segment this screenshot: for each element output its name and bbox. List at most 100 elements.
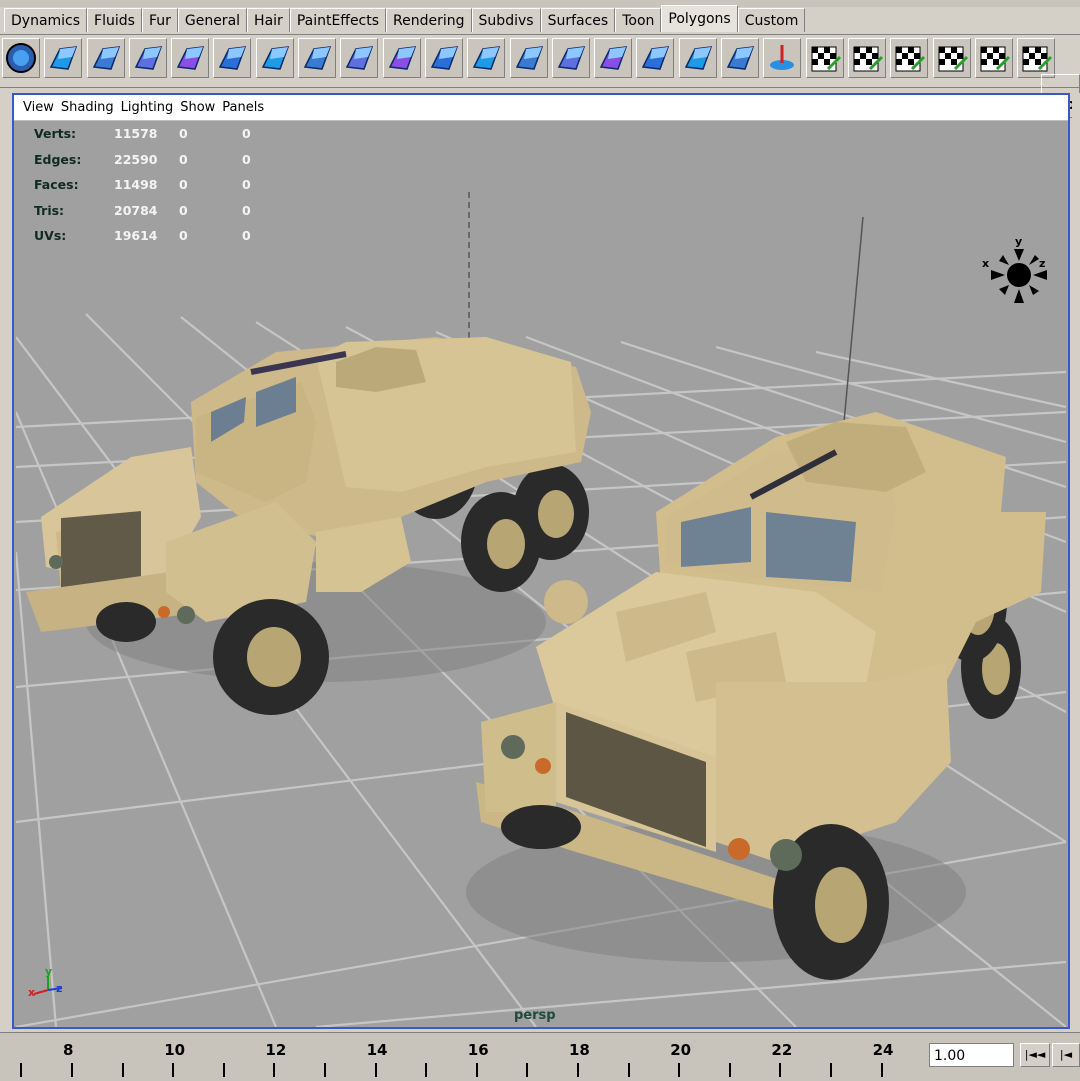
frame-label: 24	[872, 1041, 894, 1059]
plane-icon[interactable]	[213, 38, 252, 78]
cut-faces-icon[interactable]	[551, 38, 590, 78]
hud-value: 0	[179, 177, 188, 193]
uv-cylinder-icon[interactable]	[890, 38, 929, 78]
tab-fluids[interactable]: Fluids	[87, 8, 142, 32]
menu-lighting[interactable]: Lighting	[121, 100, 174, 115]
split-polygon-icon[interactable]	[255, 38, 294, 78]
tab-surfaces[interactable]: Surfaces	[540, 8, 616, 32]
poly-sphere-icon[interactable]	[86, 38, 125, 78]
uv-editor-icon[interactable]	[1017, 38, 1056, 78]
poly-cube-icon[interactable]	[44, 38, 83, 78]
major-tick	[779, 1063, 782, 1077]
merge-icon[interactable]	[467, 38, 506, 78]
frame-label: 14	[366, 1041, 388, 1059]
go-to-start-button[interactable]: |◄◄	[1020, 1043, 1050, 1067]
tab-custom[interactable]: Custom	[737, 8, 806, 32]
minor-tick	[121, 1063, 124, 1077]
hud-label: Edges:	[34, 151, 82, 167]
frame-label: 8	[63, 1041, 74, 1059]
axis-letter: z	[56, 982, 62, 995]
separate-icon[interactable]	[721, 38, 760, 78]
view-compass-icon[interactable]: y x z	[982, 235, 1047, 303]
uv-sphere-icon[interactable]	[932, 38, 971, 78]
hud-label: Tris:	[34, 202, 65, 218]
viewport-menubar: View Shading Lighting Show Panels	[14, 95, 1068, 121]
uv-map-icon[interactable]	[847, 38, 886, 78]
axis-letter: y	[1015, 235, 1022, 248]
tab-polygons[interactable]: Polygons	[661, 5, 738, 32]
time-ruler[interactable]: 8 10 12 14 16 18 20 22 24	[0, 1033, 925, 1081]
hud-label: UVs:	[34, 228, 67, 244]
frame-label: 12	[265, 1041, 287, 1059]
bevel-icon[interactable]	[424, 38, 463, 78]
menu-show[interactable]: Show	[180, 100, 215, 115]
extrude-edge-icon[interactable]	[636, 38, 675, 78]
menu-shading[interactable]: Shading	[61, 100, 114, 115]
perspective-scene[interactable]: y x z x y z Verts: 11578 0 0 Edges: 22590 0 0 Fa…	[16, 122, 1066, 1027]
uv-auto-icon[interactable]	[974, 38, 1013, 78]
axis-letter: y	[45, 965, 52, 978]
tab-rendering[interactable]: Rendering	[386, 8, 472, 32]
tab-subdivs[interactable]: Subdivs	[471, 8, 541, 32]
hud-value: 0	[179, 202, 188, 218]
hud-label: Faces:	[34, 177, 79, 193]
minor-tick	[728, 1063, 731, 1077]
poly-cube-purple-icon[interactable]	[171, 38, 210, 78]
hud-value: 11578	[114, 126, 158, 141]
menu-strip	[0, 0, 1080, 7]
major-tick	[475, 1063, 478, 1077]
shelf-tab-bar: Dynamics Fluids Fur General Hair PaintEffects…	[0, 0, 1080, 35]
frame-label: 22	[771, 1041, 793, 1059]
select-mode-icon[interactable]	[2, 38, 40, 78]
minor-tick	[20, 1063, 23, 1077]
frame-label: 20	[670, 1041, 692, 1059]
major-tick	[273, 1063, 276, 1077]
hud-value: 20784	[114, 202, 158, 218]
hud-value: 0	[242, 177, 251, 193]
tab-general[interactable]: General	[177, 8, 248, 32]
frame-label: 18	[569, 1041, 590, 1059]
right-edge	[1072, 93, 1080, 1029]
hud-value: 22590	[114, 151, 158, 167]
minor-tick	[425, 1063, 428, 1077]
tab-toon[interactable]: Toon	[615, 8, 662, 32]
menu-view[interactable]: View	[23, 100, 54, 115]
frame-label: 16	[467, 1041, 489, 1059]
step-back-button[interactable]: |◄	[1052, 1043, 1080, 1067]
menu-panels[interactable]: Panels	[222, 100, 264, 115]
major-tick	[374, 1063, 377, 1077]
viewport-panel[interactable]: View Shading Lighting Show Panels y x z …	[12, 93, 1070, 1029]
tab-dynamics[interactable]: Dynamics	[4, 8, 88, 32]
hud-value: 0	[242, 126, 251, 141]
axis-gizmo-icon: x y z	[28, 965, 62, 999]
axis-letter: x	[28, 986, 35, 999]
extrude-face-icon[interactable]	[298, 38, 337, 78]
minor-tick	[222, 1063, 225, 1077]
hud-value: 19614	[114, 228, 158, 244]
axis-letter: z	[1039, 257, 1045, 270]
scene-canvas: y x z x y z	[16, 192, 1066, 1027]
pivot-icon[interactable]	[763, 38, 802, 78]
uv-checker-icon[interactable]	[805, 38, 844, 78]
tab-fur[interactable]: Fur	[141, 8, 178, 32]
current-frame-field[interactable]: 1.00	[929, 1043, 1014, 1067]
subdivide-icon[interactable]	[509, 38, 548, 78]
slice-icon[interactable]	[594, 38, 633, 78]
hud-label: Verts:	[34, 126, 77, 141]
frame-label: 10	[164, 1041, 186, 1059]
hud-value: 0	[179, 151, 188, 167]
hud-value: 0	[242, 228, 251, 244]
hud-value: 0	[179, 126, 188, 141]
axis-letter: x	[982, 257, 989, 270]
poly-cylinder-icon[interactable]	[128, 38, 167, 78]
minor-tick	[627, 1063, 630, 1077]
minor-tick	[324, 1063, 326, 1077]
major-tick	[678, 1063, 681, 1077]
tab-painteffects[interactable]: PaintEffects	[289, 8, 387, 32]
poke-icon[interactable]	[382, 38, 421, 78]
combine-icon[interactable]	[678, 38, 717, 78]
tab-hair[interactable]: Hair	[247, 8, 290, 32]
vehicle-left	[26, 337, 591, 715]
wedge-icon[interactable]	[340, 38, 379, 78]
time-slider[interactable]: 8 10 12 14 16 18 20 22 24	[0, 1032, 1080, 1081]
